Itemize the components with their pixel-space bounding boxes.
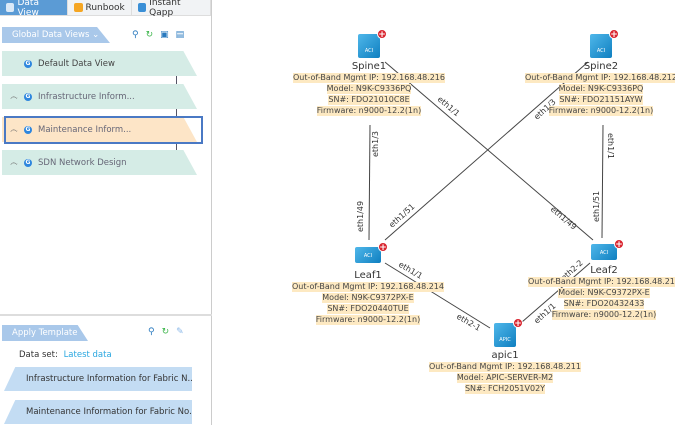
node-info: Out-of-Band Mgmt IP: 192.168.48.216 xyxy=(293,73,445,83)
node-name: Spine2 xyxy=(583,61,619,72)
node-leaf1[interactable]: ACI + Leaf1 Out-of-Band Mgmt IP: 192.168.… xyxy=(292,242,444,325)
node-spine2[interactable]: ACI + Spine2 Out-of-Band Mgmt IP: 192.168… xyxy=(525,29,675,116)
node-info: Out-of-Band Mgmt IP: 192.168.48.211 xyxy=(429,362,581,372)
switch-icon: ACI + xyxy=(590,29,619,58)
alert-plus-icon: + xyxy=(513,318,523,329)
port-label: eth1/1 xyxy=(606,133,615,159)
alert-plus-icon: + xyxy=(378,242,388,253)
node-info: Firmware: n9000-12.2(1n) xyxy=(315,315,421,325)
alert-plus-icon: + xyxy=(614,239,624,250)
port-label: eth1/51 xyxy=(592,191,601,222)
port-label: eth1/49 xyxy=(549,205,579,232)
switch-icon: ACI + xyxy=(355,242,388,263)
node-name: apic1 xyxy=(491,350,519,361)
node-info: Model: N9K-C9372PX-E xyxy=(558,288,650,298)
node-info: Model: N9K-C9336PQ xyxy=(326,84,412,94)
link-spine1-leaf1 xyxy=(368,124,371,241)
node-info: Out-of-Band Mgmt IP: 192.168.48.213 xyxy=(528,277,675,287)
switch-icon: ACI + xyxy=(358,29,387,58)
alert-plus-icon: + xyxy=(609,29,619,40)
node-info: Firmware: n9000-12.2(1n) xyxy=(551,310,657,320)
node-info: SN#: FDO20440TUE xyxy=(327,304,409,314)
node-info: Firmware: n9000-12.2(1n) xyxy=(316,106,422,116)
node-apic1[interactable]: APIC + apic1 Out-of-Band Mgmt IP: 192.168… xyxy=(429,318,581,394)
switch-icon: ACI + xyxy=(591,239,624,260)
node-name: Leaf1 xyxy=(354,270,382,281)
link-spine2-leaf2 xyxy=(601,124,604,239)
node-name: Leaf2 xyxy=(590,265,618,276)
port-label: eth1/49 xyxy=(356,201,365,232)
node-info: Firmware: n9000-12.2(1n) xyxy=(548,106,654,116)
node-name: Spine1 xyxy=(351,61,387,72)
node-info: SN#: FDO21151AYW xyxy=(559,95,643,105)
node-leaf2[interactable]: ACI + Leaf2 Out-of-Band Mgmt IP: 192.168.… xyxy=(528,239,675,320)
node-info: Out-of-Band Mgmt IP: 192.168.48.212 xyxy=(525,73,675,83)
node-spine1[interactable]: ACI + Spine1 Out-of-Band Mgmt IP: 192.168… xyxy=(293,29,445,116)
alert-plus-icon: + xyxy=(377,29,387,40)
node-info: Out-of-Band Mgmt IP: 192.168.48.214 xyxy=(292,282,444,292)
port-label: eth1/3 xyxy=(371,131,380,157)
node-info: SN#: FDO21010C8E xyxy=(328,95,410,105)
node-info: SN#: FCH2051V02Y xyxy=(464,384,546,394)
node-info: Model: APIC-SERVER-M2 xyxy=(456,373,554,383)
node-info: SN#: FDO20432433 xyxy=(563,299,645,309)
node-info: Model: N9K-C9336PQ xyxy=(558,84,644,94)
node-info: Model: N9K-C9372PX-E xyxy=(322,293,414,303)
server-icon: APIC + xyxy=(494,318,523,347)
